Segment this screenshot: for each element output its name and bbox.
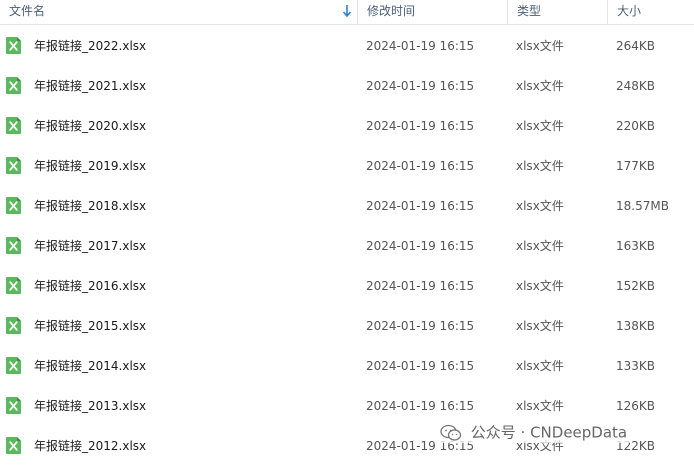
excel-file-icon (6, 277, 21, 294)
file-name: 年报链接_2014.xlsx (34, 359, 147, 373)
file-modified-date: 2024-01-19 16:15 (366, 79, 475, 93)
file-row[interactable]: 年报链接_2019.xlsx 2024-01-19 16:15 xlsx文件 177K… (0, 146, 694, 186)
excel-file-icon (6, 157, 21, 174)
file-name: 年报链接_2012.xlsx (34, 439, 147, 453)
file-type: xlsx文件 (516, 319, 564, 333)
file-name: 年报链接_2017.xlsx (34, 239, 147, 253)
file-row[interactable]: 年报链接_2015.xlsx 2024-01-19 16:15 xlsx文件 138K… (0, 306, 694, 346)
file-type: xlsx文件 (516, 399, 564, 413)
excel-file-icon (6, 237, 21, 254)
file-modified-date: 2024-01-19 16:15 (366, 239, 475, 253)
file-row[interactable]: 年报链接_2020.xlsx 2024-01-19 16:15 xlsx文件 220K… (0, 106, 694, 146)
file-type: xlsx文件 (516, 279, 564, 293)
file-size: 138KB (616, 319, 656, 333)
file-name: 年报链接_2022.xlsx (34, 39, 147, 53)
excel-file-icon (6, 437, 21, 454)
file-modified-date: 2024-01-19 16:15 (366, 319, 475, 333)
file-modified-date: 2024-01-19 16:15 (366, 119, 475, 133)
watermark: 公众号 · CNDeepData (440, 421, 632, 443)
file-size: 163KB (616, 239, 656, 253)
excel-file-icon (6, 397, 21, 414)
file-type: xlsx文件 (516, 199, 564, 213)
column-header-size[interactable]: 大小 (607, 0, 694, 24)
file-modified-date: 2024-01-19 16:15 (366, 159, 475, 173)
file-modified-date: 2024-01-19 16:15 (366, 279, 475, 293)
file-modified-date: 2024-01-19 16:15 (366, 399, 475, 413)
file-name: 年报链接_2019.xlsx (34, 159, 147, 173)
excel-file-icon (6, 317, 21, 334)
column-header-type[interactable]: 类型 (507, 0, 607, 24)
file-row[interactable]: 年报链接_2017.xlsx 2024-01-19 16:15 xlsx文件 163K… (0, 226, 694, 266)
excel-file-icon (6, 197, 21, 214)
file-type: xlsx文件 (516, 119, 564, 133)
file-size: 264KB (616, 39, 656, 53)
file-size: 133KB (616, 359, 656, 373)
column-header-modified[interactable]: 修改时间 (357, 0, 507, 24)
file-type: xlsx文件 (516, 159, 564, 173)
file-type: xlsx文件 (516, 359, 564, 373)
file-row[interactable]: 年报链接_2014.xlsx 2024-01-19 16:15 xlsx文件 133K… (0, 346, 694, 386)
file-modified-date: 2024-01-19 16:15 (366, 199, 475, 213)
excel-file-icon (6, 357, 21, 374)
file-size: 152KB (616, 279, 656, 293)
file-modified-date: 2024-01-19 16:15 (366, 359, 475, 373)
file-row[interactable]: 年报链接_2021.xlsx 2024-01-19 16:15 xlsx文件 248K… (0, 66, 694, 106)
file-row[interactable]: 年报链接_2013.xlsx 2024-01-19 16:15 xlsx文件 126K… (0, 386, 694, 426)
file-row[interactable]: 年报链接_2022.xlsx 2024-01-19 16:15 xlsx文件 264K… (0, 26, 694, 66)
file-size: 220KB (616, 119, 656, 133)
file-size: 126KB (616, 399, 656, 413)
file-type: xlsx文件 (516, 79, 564, 93)
column-header-name[interactable]: 文件名 (0, 0, 357, 24)
excel-file-icon (6, 117, 21, 134)
excel-file-icon (6, 77, 21, 94)
file-size: 248KB (616, 79, 656, 93)
file-name: 年报链接_2013.xlsx (34, 399, 147, 413)
file-modified-date: 2024-01-19 16:15 (366, 39, 475, 53)
file-name: 年报链接_2016.xlsx (34, 279, 147, 293)
file-row[interactable]: 年报链接_2018.xlsx 2024-01-19 16:15 xlsx文件 18.5… (0, 186, 694, 226)
file-size: 18.57MB (616, 199, 669, 213)
watermark-text: 公众号 · CNDeepData (470, 423, 628, 442)
file-name: 年报链接_2021.xlsx (34, 79, 147, 93)
excel-file-icon (6, 37, 21, 54)
sort-descending-icon[interactable] (342, 4, 352, 18)
file-size: 177KB (616, 159, 656, 173)
file-type: xlsx文件 (516, 39, 564, 53)
wechat-logo (440, 424, 462, 441)
column-header-bar: 文件名 修改时间 类型 大小 (0, 0, 694, 25)
file-name: 年报链接_2015.xlsx (34, 319, 147, 333)
file-type: xlsx文件 (516, 239, 564, 253)
file-name: 年报链接_2020.xlsx (34, 119, 147, 133)
file-name: 年报链接_2018.xlsx (34, 199, 147, 213)
file-row[interactable]: 年报链接_2016.xlsx 2024-01-19 16:15 xlsx文件 152K… (0, 266, 694, 306)
